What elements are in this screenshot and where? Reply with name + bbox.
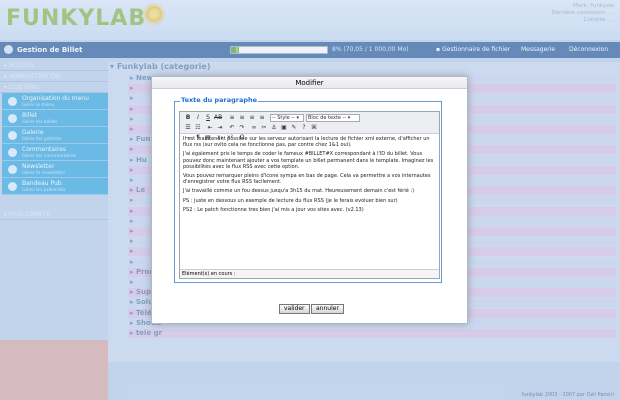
unlink-icon[interactable]: ✂ [260,124,268,132]
underline-button[interactable]: S [204,114,212,122]
edit-modal: Modifier Texte du paragraphe B I S AB ≡ … [151,76,468,324]
numbered-list-icon[interactable]: ☷ [194,124,202,132]
bullet-list-icon[interactable]: ☰ [184,124,192,132]
editor-paragraph: J'ai également pris le temps de coder le… [183,151,434,170]
style-select[interactable]: -- Style -- ▾ [270,114,304,122]
align-center-icon[interactable]: ≡ [238,114,246,122]
cleanup-icon[interactable]: ✎ [290,124,298,132]
paragraph-fieldset: Texte du paragraphe B I S AB ≡ ≡ ≡ ≡ -- … [174,96,442,283]
bold-button[interactable]: B [184,114,192,122]
html-source-icon[interactable]: ⌘ [310,124,318,132]
cancel-button[interactable]: annuler [311,304,344,314]
validate-button[interactable]: valider [279,304,310,314]
editor-paragraph: PS2 : Le patch fonctionne tres bien j'ai… [183,206,364,213]
undo-icon[interactable]: ↶ [228,124,236,132]
editor-paragraph: Vous pouvez remarquer pleins d'icone sym… [183,173,431,186]
page-footer: funkylab 2003 - 2007 par Ozil Pansiri [521,392,614,398]
style-select-value: -- Style -- [272,115,295,121]
help-icon[interactable]: ? [300,124,308,132]
editor-content[interactable]: Il est maintenant possible sur les serve… [183,136,437,216]
anchor-icon[interactable]: ⚓ [270,124,278,132]
editor-paragraph: J'ai travaillé comme un fou dessus jusqu… [183,188,415,195]
link-icon[interactable]: ∞ [250,124,258,132]
align-left-icon[interactable]: ≡ [228,114,236,122]
image-icon[interactable]: ▣ [280,124,288,132]
outdent-icon[interactable]: ⇤ [206,124,214,132]
fieldset-legend: Texte du paragraphe [180,96,259,104]
justify-icon[interactable]: ≡ [258,114,266,122]
block-select[interactable]: Bloc de texte -- ▾ [306,114,360,122]
rich-text-editor[interactable]: B I S AB ≡ ≡ ≡ ≡ -- Style -- ▾ Bloc de t… [179,111,440,279]
align-right-icon[interactable]: ≡ [248,114,256,122]
editor-paragraph: PS : juste en dessous un exemple de lect… [183,197,398,204]
block-select-value: Bloc de texte -- [308,115,347,121]
redo-icon[interactable]: ↷ [238,124,246,132]
editor-paragraph: Il est maintenant possible sur les serve… [183,136,430,149]
indent-icon[interactable]: ⇥ [216,124,224,132]
italic-button[interactable]: I [194,114,202,122]
editor-toolbar: B I S AB ≡ ≡ ≡ ≡ -- Style -- ▾ Bloc de t… [180,112,439,141]
editor-status-bar: Elément(s) en cours : [180,269,439,278]
modal-title: Modifier [152,77,467,89]
strikethrough-button[interactable]: AB [214,114,222,122]
